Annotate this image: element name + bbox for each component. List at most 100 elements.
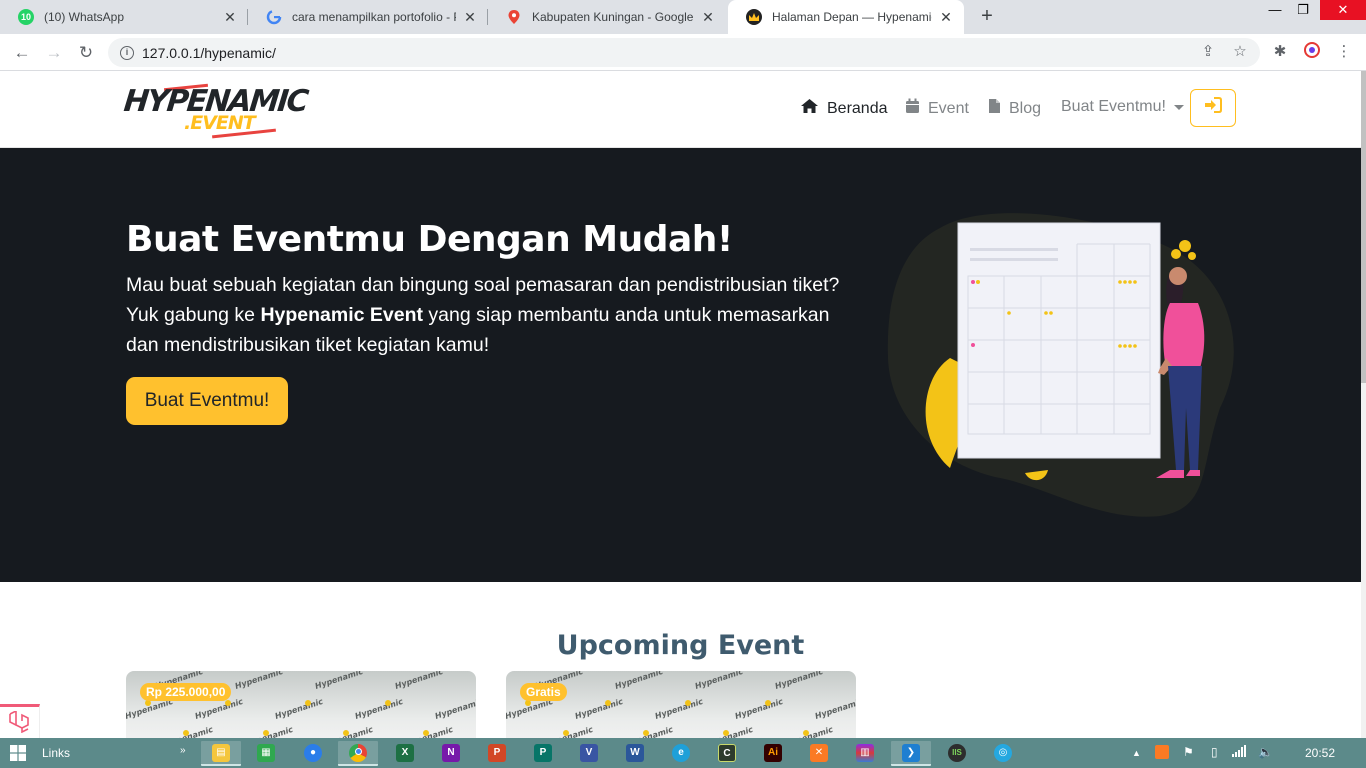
google-maps-icon xyxy=(506,9,522,25)
share-icon[interactable]: ⇪ xyxy=(1198,42,1218,60)
tab-google-maps[interactable]: Kabupaten Kuningan - Google M ✕ xyxy=(488,0,726,34)
event-card[interactable]: Hypenamic Hypenamic Hypenamic Hypenamic … xyxy=(126,671,476,738)
svg-text:Hypenamic: Hypenamic xyxy=(614,671,665,691)
browser-menu-icon[interactable]: ⋮ xyxy=(1334,42,1354,62)
edge-taskbar-icon[interactable]: e xyxy=(661,741,701,766)
visio-taskbar-icon[interactable]: V xyxy=(569,741,609,766)
nav-label: Blog xyxy=(1009,99,1042,117)
tab-whatsapp[interactable]: 10 (10) WhatsApp ✕ xyxy=(0,0,248,34)
svg-text:Hypenamic: Hypenamic xyxy=(394,671,445,691)
close-tab-icon[interactable]: ✕ xyxy=(938,9,954,26)
close-tab-icon[interactable]: ✕ xyxy=(700,9,716,26)
site-info-icon[interactable]: i xyxy=(120,45,134,60)
nav-blog[interactable]: Blog xyxy=(988,98,1041,119)
laravel-debugbar-icon[interactable] xyxy=(0,704,40,738)
hero-description: Mau buat sebuah kegiatan dan bingung soa… xyxy=(126,274,840,356)
logo-line-2: .EVENT xyxy=(184,112,256,134)
publisher-taskbar-icon[interactable]: P xyxy=(523,741,563,766)
svg-text:Hypenamic: Hypenamic xyxy=(314,671,365,691)
windows-start-icon[interactable] xyxy=(10,745,26,761)
new-tab-button[interactable]: + xyxy=(975,4,999,28)
chevron-up-icon[interactable]: ▲ xyxy=(1132,748,1141,758)
profile-avatar-icon[interactable] xyxy=(1302,42,1322,62)
powerpoint-taskbar-icon[interactable]: P xyxy=(477,741,517,766)
sign-in-icon xyxy=(1204,97,1222,117)
chevron-down-icon xyxy=(1173,104,1184,110)
battery-icon[interactable]: ▯ xyxy=(1211,745,1218,759)
scrollbar-thumb[interactable] xyxy=(1361,71,1366,383)
svg-text:Hypenamic: Hypenamic xyxy=(434,697,476,721)
site-navbar: HYPENAMIC .EVENT Beranda Event Blog Buat… xyxy=(0,71,1361,148)
xampp-taskbar-icon[interactable]: ✕ xyxy=(799,741,839,766)
windows-taskbar: Links » ▤ ▦ ● X N P P V W e C Ai ✕ ▥ ❯ I… xyxy=(0,738,1366,768)
volume-icon[interactable]: 🔈 xyxy=(1258,745,1273,759)
browser-toolbar: ← → ↻ i 127.0.0.1/hypenamic/ ⇪ ☆ ✱ ⋮ xyxy=(0,34,1366,71)
winrar-taskbar-icon[interactable]: ▥ xyxy=(845,741,885,766)
nav-label: Buat Eventmu! xyxy=(1061,98,1166,115)
home-icon xyxy=(800,98,819,119)
nav-event[interactable]: Event xyxy=(905,98,969,119)
network-signal-icon[interactable] xyxy=(1232,745,1246,760)
chrome-taskbar-icon[interactable] xyxy=(338,741,378,766)
globe-taskbar-icon[interactable]: ◎ xyxy=(983,741,1023,766)
hero-section: Buat Eventmu Dengan Mudah! Mau buat sebu… xyxy=(0,148,1361,582)
xampp-tray-icon[interactable] xyxy=(1155,745,1169,762)
svg-text:Hypenamic: Hypenamic xyxy=(354,697,405,721)
tab-hypenamic[interactable]: Halaman Depan — Hypenamic Sh ✕ xyxy=(728,0,964,34)
tab-google-search[interactable]: cara menampilkan portofolio - Pe ✕ xyxy=(248,0,488,34)
tab-title: Halaman Depan — Hypenamic Sh xyxy=(772,10,932,24)
hypenamic-crown-icon xyxy=(746,9,762,25)
svg-text:Hypenamic: Hypenamic xyxy=(544,725,595,738)
svg-text:Hypenamic: Hypenamic xyxy=(234,671,285,691)
hypenamic-logo[interactable]: HYPENAMIC .EVENT xyxy=(122,82,309,139)
event-card[interactable]: Hypenamic Hypenamic Hypenamic Hypenamic … xyxy=(506,671,856,738)
vscode-taskbar-icon[interactable]: ❯ xyxy=(891,741,931,766)
svg-text:Hypenamic: Hypenamic xyxy=(694,671,745,691)
close-tab-icon[interactable]: ✕ xyxy=(222,9,238,26)
firefox-taskbar-icon[interactable]: ● xyxy=(293,741,333,766)
close-tab-icon[interactable]: ✕ xyxy=(462,9,478,26)
back-arrow-icon[interactable]: ← xyxy=(10,41,34,65)
system-clock[interactable]: 20:52 xyxy=(1305,746,1335,760)
excel-taskbar-icon[interactable]: X xyxy=(385,741,425,766)
forward-arrow-icon[interactable]: → xyxy=(42,41,66,65)
event-banner-pattern: Hypenamic Hypenamic Hypenamic Hypenamic … xyxy=(126,671,476,738)
cpu-z-taskbar-icon[interactable]: C xyxy=(707,741,747,766)
buat-eventmu-button[interactable]: Buat Eventmu! xyxy=(126,377,288,425)
reload-icon[interactable]: ↻ xyxy=(74,41,98,65)
illustrator-taskbar-icon[interactable]: Ai xyxy=(753,741,793,766)
svg-text:Hypenamic: Hypenamic xyxy=(324,725,375,738)
svg-text:Hypenamic: Hypenamic xyxy=(274,697,325,721)
brand-name: Hypenamic Event xyxy=(260,304,424,326)
svg-text:Hypenamic: Hypenamic xyxy=(774,671,825,691)
nav-beranda[interactable]: Beranda xyxy=(800,98,888,119)
file-explorer-taskbar-icon[interactable]: ▤ xyxy=(201,741,241,766)
ms-app-taskbar-icon[interactable]: IIS xyxy=(937,741,977,766)
svg-text:Hypenamic: Hypenamic xyxy=(704,725,755,738)
hero-title: Buat Eventmu Dengan Mudah! xyxy=(126,219,733,260)
excel-green-taskbar-icon[interactable]: ▦ xyxy=(246,741,286,766)
onenote-taskbar-icon[interactable]: N xyxy=(431,741,471,766)
file-icon xyxy=(988,98,1001,119)
svg-text:Hypenamic: Hypenamic xyxy=(734,697,785,721)
address-bar[interactable]: i 127.0.0.1/hypenamic/ xyxy=(108,38,1260,67)
nav-label: Beranda xyxy=(827,99,888,117)
url-text: 127.0.0.1/hypenamic/ xyxy=(142,44,276,61)
section-title: Upcoming Event xyxy=(556,630,805,661)
login-button[interactable] xyxy=(1190,89,1236,127)
extensions-puzzle-icon[interactable]: ✱ xyxy=(1270,42,1290,62)
svg-text:Hypenamic: Hypenamic xyxy=(244,725,295,738)
word-taskbar-icon[interactable]: W xyxy=(615,741,655,766)
nav-buat-eventmu-dropdown[interactable]: Buat Eventmu! xyxy=(1061,98,1184,116)
svg-text:Hypenamic: Hypenamic xyxy=(164,725,215,738)
web-page: HYPENAMIC .EVENT Beranda Event Blog Buat… xyxy=(0,71,1361,738)
calendar-woman-illustration xyxy=(887,213,1234,517)
tab-title: cara menampilkan portofolio - Pe xyxy=(292,10,456,24)
whatsapp-icon: 10 xyxy=(18,9,34,25)
svg-text:Hypenamic: Hypenamic xyxy=(654,697,705,721)
chevron-right-icon[interactable]: » xyxy=(180,745,186,756)
bookmark-star-icon[interactable]: ☆ xyxy=(1230,42,1250,60)
links-toolbar-label[interactable]: Links xyxy=(42,746,70,760)
flag-icon[interactable]: ⚑ xyxy=(1183,745,1194,759)
close-window-button[interactable]: ✕ xyxy=(1320,0,1366,20)
